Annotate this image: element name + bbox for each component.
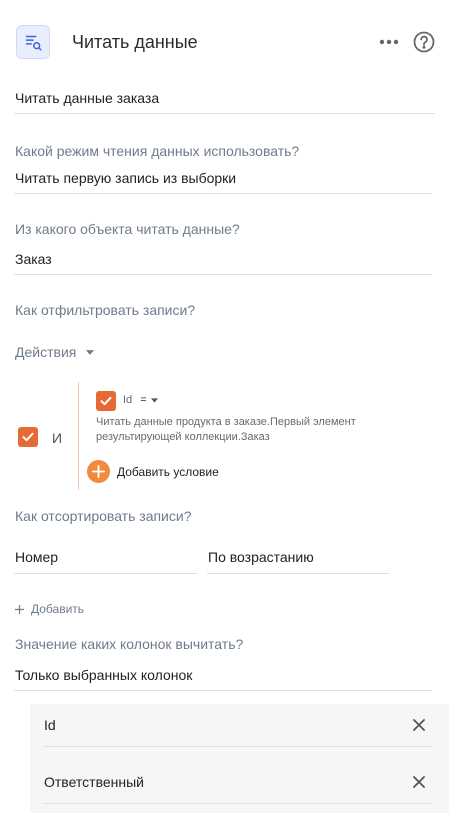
group-checkbox[interactable]	[18, 427, 38, 447]
chevron-down-icon	[150, 397, 158, 403]
columns-label: Значение каких колонок вычитать?	[15, 636, 244, 652]
columns-list	[30, 704, 449, 813]
condition-field-name: Id	[123, 394, 133, 406]
add-sort-label: Добавить	[31, 602, 85, 616]
read-mode-select[interactable]: Читать первую запись из выборки	[15, 170, 236, 186]
sort-column-underline	[14, 573, 197, 574]
group-operator[interactable]: И	[52, 430, 62, 446]
plus-icon	[87, 460, 110, 483]
object-underline	[14, 274, 432, 275]
actions-dropdown[interactable]: Действия	[15, 344, 95, 360]
column-item-divider	[43, 803, 432, 804]
element-name-underline	[14, 113, 435, 114]
sort-column-select[interactable]: Номер	[15, 549, 58, 565]
condition-field[interactable]: Id =	[123, 394, 158, 406]
add-condition-label: Добавить условие	[117, 464, 219, 479]
condition-value[interactable]: Читать данные продукта в заказе.Первый э…	[96, 415, 416, 445]
sort-direction-select[interactable]: По возрастанию	[208, 549, 314, 565]
add-condition-button[interactable]: Добавить условие	[87, 460, 219, 483]
object-select[interactable]: Заказ	[15, 251, 52, 267]
object-label: Из какого объекта читать данные?	[15, 221, 240, 237]
check-icon	[100, 396, 112, 406]
more-dots-icon[interactable]	[378, 32, 400, 52]
condition-checkbox[interactable]	[96, 391, 116, 411]
column-item-label[interactable]: Id	[44, 717, 56, 733]
element-name-input[interactable]: Читать данные заказа	[15, 90, 159, 106]
read-mode-underline	[14, 193, 432, 194]
chevron-down-icon	[86, 349, 95, 355]
read-mode-label: Какой режим чтения данных использовать?	[15, 143, 300, 159]
close-icon[interactable]	[413, 775, 429, 791]
condition-operator[interactable]: =	[140, 394, 146, 406]
add-sort-button[interactable]: Добавить	[15, 602, 84, 616]
help-circle-icon[interactable]	[413, 31, 435, 53]
group-divider	[78, 382, 79, 490]
read-data-icon	[16, 25, 50, 59]
close-icon[interactable]	[413, 718, 429, 734]
panel-title: Читать данные	[72, 32, 198, 52]
sort-direction-underline	[207, 573, 389, 574]
plus-icon	[15, 604, 24, 614]
sort-label: Как отсортировать записи?	[15, 508, 192, 524]
columns-mode-select[interactable]: Только выбранных колонок	[15, 667, 192, 683]
column-item-label[interactable]: Ответственный	[44, 774, 144, 790]
check-icon	[22, 432, 34, 442]
filter-label: Как отфильтровать записи?	[15, 302, 196, 318]
columns-mode-underline	[14, 690, 432, 691]
column-item-divider	[43, 746, 432, 747]
actions-label: Действия	[15, 344, 77, 360]
